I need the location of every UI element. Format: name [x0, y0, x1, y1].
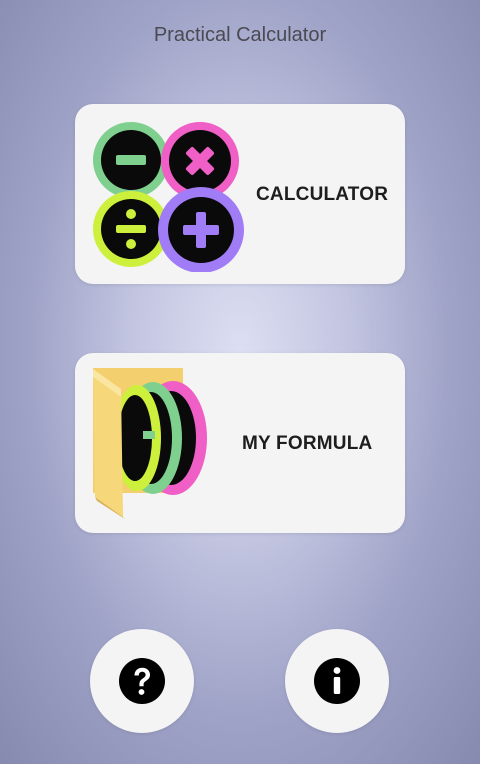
info-button[interactable]: [285, 629, 389, 733]
app-title: Practical Calculator: [153, 24, 327, 46]
calculator-label: CALCULATOR: [256, 184, 389, 205]
formula-folder-icon: [93, 368, 207, 519]
question-mark-icon: [119, 658, 165, 704]
info-icon: [314, 658, 360, 704]
my-formula-label: MY FORMULA: [242, 433, 373, 454]
help-button[interactable]: [90, 629, 194, 733]
calculator-button[interactable]: CALCULATOR: [75, 104, 405, 284]
my-formula-button[interactable]: MY FORMULA: [75, 353, 405, 533]
math-operators-icon: [93, 122, 244, 272]
